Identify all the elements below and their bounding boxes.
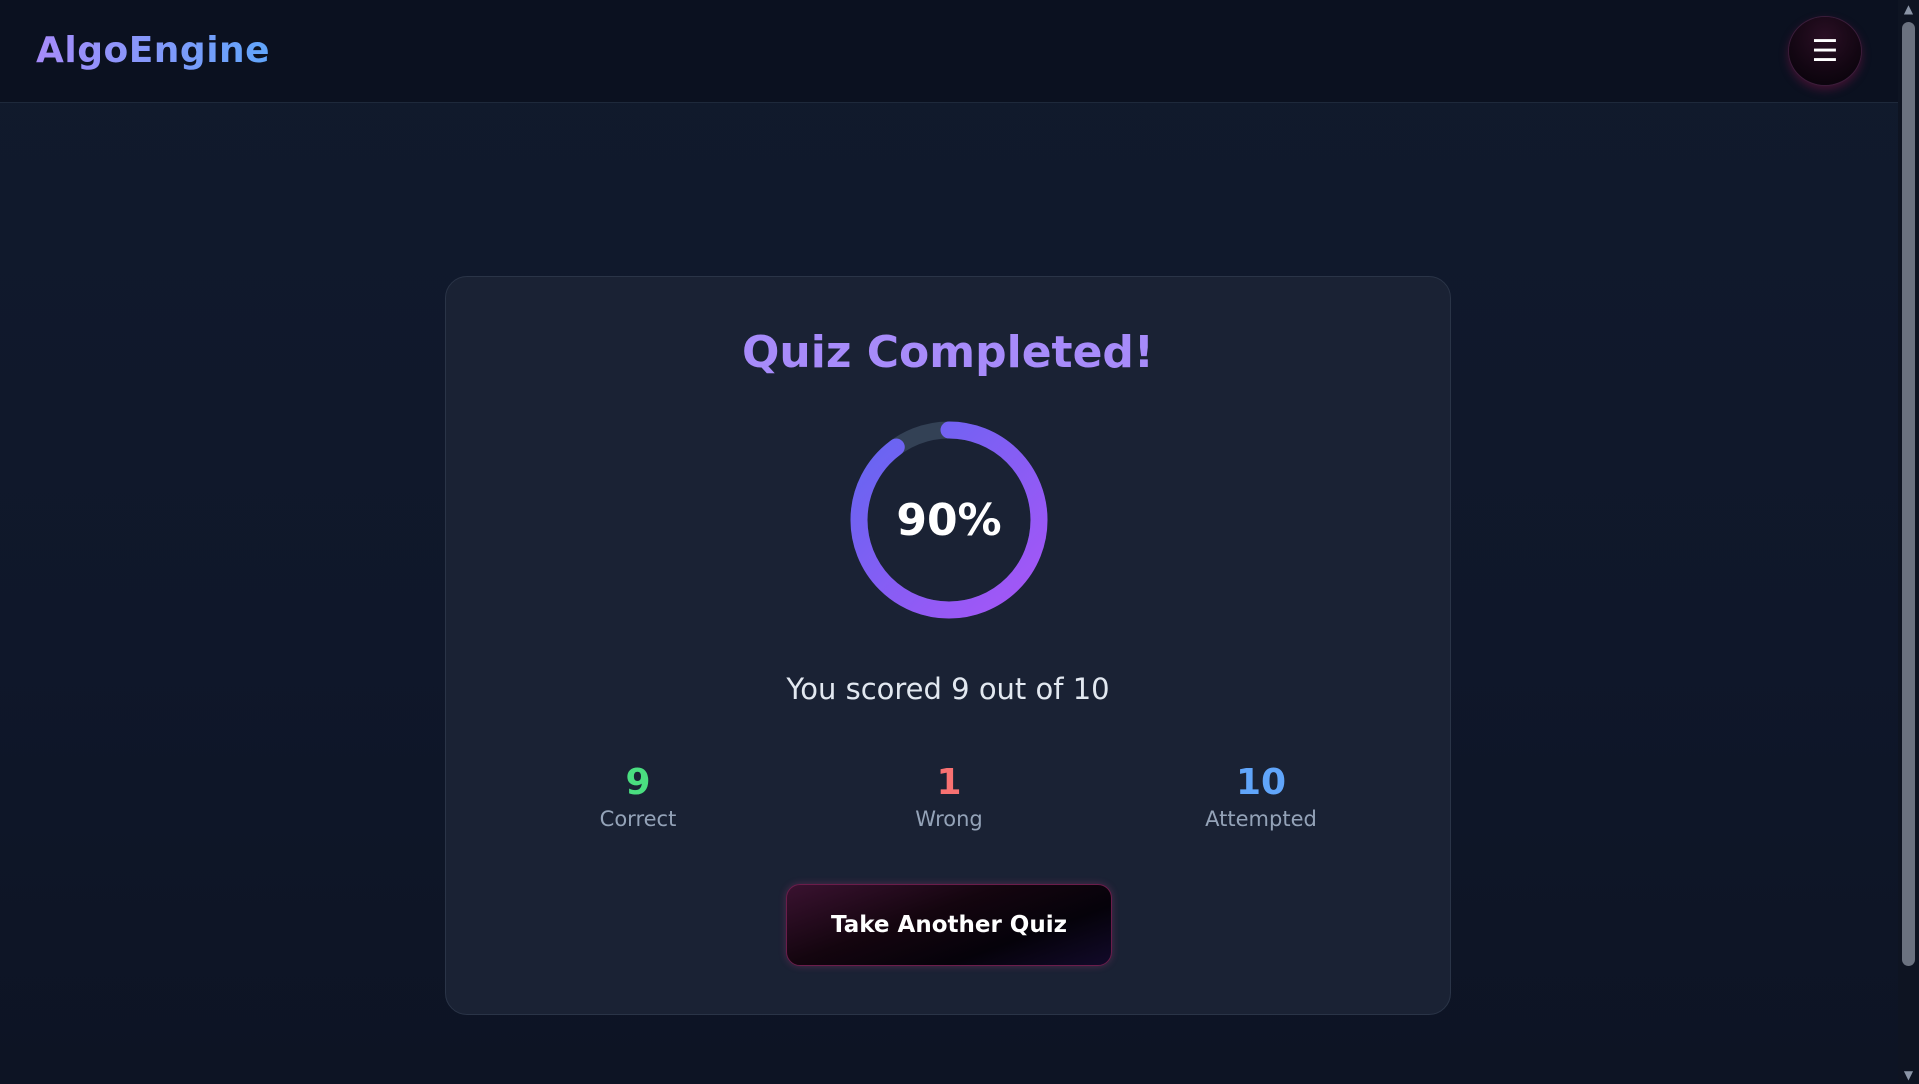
take-another-quiz-button[interactable]: Take Another Quiz (786, 884, 1112, 966)
stat-attempted-value: 10 (1235, 762, 1287, 803)
stat-wrong: 1 Wrong (849, 761, 1049, 831)
stat-correct-label: Correct (599, 807, 677, 831)
score-percent: 90% (896, 494, 1002, 546)
scrollbar-thumb[interactable] (1902, 22, 1915, 966)
scroll-up-arrow-icon[interactable]: ▲ (1898, 0, 1919, 18)
stat-correct: 9 Correct (538, 761, 738, 831)
score-progress-ring: 90% (849, 420, 1049, 620)
stat-wrong-label: Wrong (915, 807, 983, 831)
page: AlgoEngine ☰ Quiz Completed! 90% You sco… (0, 0, 1919, 1084)
top-navbar: AlgoEngine ☰ (0, 0, 1898, 103)
scroll-down-arrow-icon[interactable]: ▼ (1898, 1066, 1919, 1084)
app-logo[interactable]: AlgoEngine (36, 30, 270, 71)
stat-wrong-value: 1 (936, 762, 962, 803)
stat-attempted: 10 Attempted (1161, 761, 1361, 831)
stat-correct-value: 9 (625, 762, 651, 803)
menu-button[interactable]: ☰ (1789, 17, 1861, 85)
quiz-result-card: Quiz Completed! 90% You scored 9 out of … (445, 276, 1451, 1015)
score-summary: You scored 9 out of 10 (786, 672, 1110, 706)
hamburger-icon: ☰ (1811, 33, 1839, 69)
result-title: Quiz Completed! (742, 327, 1154, 378)
stat-attempted-label: Attempted (1205, 807, 1317, 831)
vertical-scrollbar[interactable]: ▲ ▼ (1898, 0, 1919, 1084)
